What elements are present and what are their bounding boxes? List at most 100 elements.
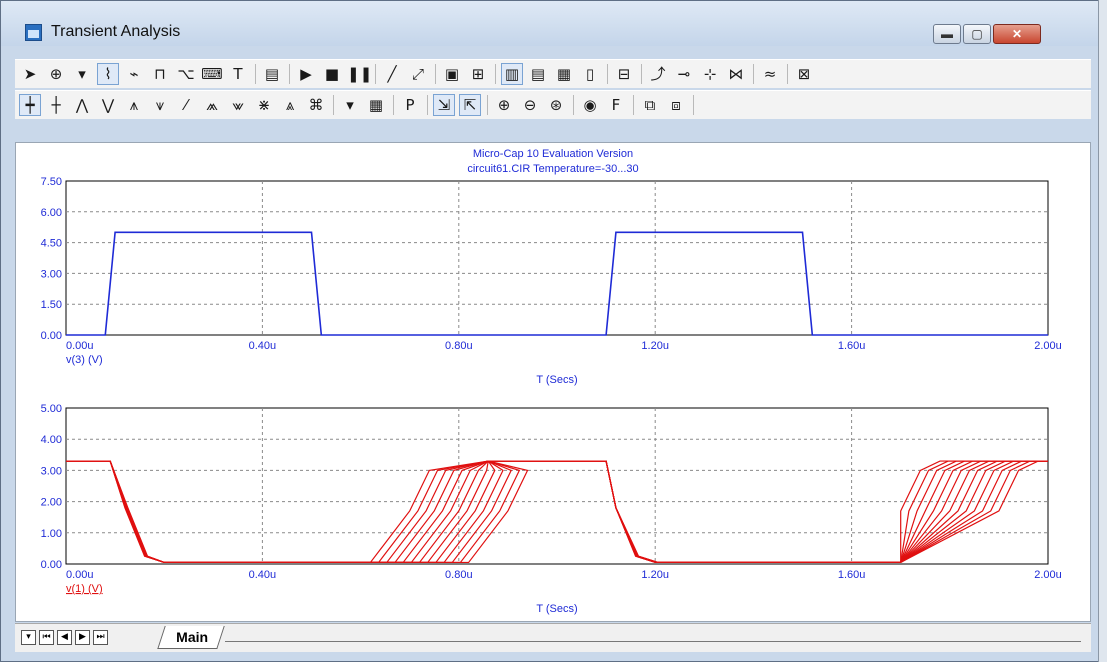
chart-title: Micro-Cap 10 Evaluation Version xyxy=(473,148,633,160)
last-page-button[interactable]: ⏭ xyxy=(93,630,108,645)
y-tick-label: 2.00 xyxy=(41,497,62,509)
select-arrow-icon[interactable]: ➤ xyxy=(19,63,41,85)
y-tick-label: 0.00 xyxy=(41,330,62,342)
chart-icon[interactable]: ⊠ xyxy=(793,63,815,85)
line-icon[interactable]: ╱ xyxy=(381,63,403,85)
text-tool-icon[interactable]: T xyxy=(227,63,249,85)
tag-dropdown-icon[interactable]: ▾ xyxy=(339,94,361,116)
zoom-in-icon[interactable]: ⊕ xyxy=(493,94,515,116)
tag-icon[interactable]: ⌘ xyxy=(305,94,327,116)
pause-icon[interactable]: ❚❚ xyxy=(347,63,372,85)
x-tick-label: 1.20u xyxy=(641,569,669,581)
cursor-both-icon[interactable]: ⋈ xyxy=(725,63,747,85)
table-icon[interactable]: ▦ xyxy=(365,94,387,116)
transient-plots[interactable]: Micro-Cap 10 Evaluation Version circuit61… xyxy=(16,143,1090,621)
global-low-icon[interactable]: ⋇ xyxy=(253,94,275,116)
low-icon[interactable]: ⩛ xyxy=(149,94,171,116)
prev-page-button[interactable]: ◀ xyxy=(57,630,72,645)
zoom-out-icon[interactable]: ⊖ xyxy=(519,94,541,116)
tab-menu-button[interactable]: ▾ xyxy=(21,630,36,645)
toolbar-separator xyxy=(427,95,428,115)
tab-main-label: Main xyxy=(176,629,209,645)
plot-frame xyxy=(65,180,1049,336)
peak-icon[interactable]: ⋀ xyxy=(71,94,93,116)
box-icon[interactable]: ▣ xyxy=(441,63,463,85)
maximize-button[interactable]: ▢ xyxy=(963,24,991,44)
grid-icon[interactable]: ⊞ xyxy=(467,63,489,85)
background-window-edge xyxy=(1098,0,1107,662)
next-page-button[interactable]: ▶ xyxy=(75,630,90,645)
toolbar-separator xyxy=(641,64,642,84)
x-tick-label: 1.60u xyxy=(838,340,866,352)
toolbar-separator xyxy=(289,64,290,84)
font-icon[interactable]: F xyxy=(605,94,627,116)
x-tick-label: 0.40u xyxy=(249,569,277,581)
toolbar-separator xyxy=(487,95,488,115)
diagonal-icon[interactable]: ⤢ xyxy=(407,63,429,85)
probe-icon[interactable]: ⌥ xyxy=(175,63,197,85)
scale-y-icon[interactable]: ⇱ xyxy=(459,94,481,116)
y-tick-label: 5.00 xyxy=(41,403,62,415)
valley-icon[interactable]: ⋁ xyxy=(97,94,119,116)
next-point-icon[interactable]: ┼ xyxy=(45,94,67,116)
split-icon[interactable]: ⊟ xyxy=(613,63,635,85)
y-tick-label: 1.50 xyxy=(41,299,62,311)
top-icon[interactable]: ⩓ xyxy=(279,94,301,116)
stop-icon[interactable]: ■ xyxy=(321,63,343,85)
wave-icon[interactable]: ≈ xyxy=(759,63,781,85)
crosshair-icon[interactable]: ┿ xyxy=(19,94,41,116)
color-icon[interactable]: ◉ xyxy=(579,94,601,116)
toolbar-separator xyxy=(573,95,574,115)
main-toolbar: ➤ ⊕ ▾ ⌇ ⌁ ⊓ ⌥ ⌨ T ▤ ▶ ■ ❚❚ ╱ ⤢ ▣ ⊞ ▥ ▤ ▦ ▯ ⊟ ⤴ ⊸ ⊹ ⋈ ≈ ⊠ xyxy=(15,59,1091,88)
x-tick-label: 1.60u xyxy=(838,569,866,581)
panel-icon[interactable]: ▦ xyxy=(553,63,575,85)
analysis-toolbar: ┿ ┼ ⋀ ⋁ ⩚ ⩛ ⁄ ⩕ ⩖ ⋇ ⩓ ⌘ ▾ ▦ P ⇲ ⇱ ⊕ ⊖ ⊛ ◉ F ⧉ ⧈ xyxy=(15,90,1091,119)
columns-icon[interactable]: ▯ xyxy=(579,63,601,85)
y-tick-label: 1.00 xyxy=(41,528,62,540)
dropdown-icon[interactable]: ▾ xyxy=(71,63,93,85)
rename-icon[interactable]: ⌨ xyxy=(201,63,223,85)
paste-icon[interactable]: ⧈ xyxy=(665,94,687,116)
x-tick-label: 0.00u xyxy=(66,340,94,352)
toolbar-separator xyxy=(633,95,634,115)
transient-analysis-window: Transient Analysis ▬ ▢ ✕ ➤ ⊕ ▾ ⌇ ⌁ ⊓ ⌥ ⌨ T ▤ ▶ ■ ❚❚ ╱… xyxy=(0,0,1104,662)
scope-icon[interactable]: ⊓ xyxy=(149,63,171,85)
x-tick-label: 0.00u xyxy=(66,569,94,581)
horizontal-bars-icon[interactable]: ▤ xyxy=(527,63,549,85)
inflection-icon[interactable]: ⩕ xyxy=(201,94,223,116)
y-tick-label: 6.00 xyxy=(41,207,62,219)
analysis-icon[interactable]: ⌇ xyxy=(97,63,119,85)
global-high-icon[interactable]: ⩖ xyxy=(227,94,249,116)
toolbar-separator xyxy=(495,64,496,84)
horizontal-scrollbar[interactable] xyxy=(225,641,1081,642)
p-icon[interactable]: P xyxy=(399,94,421,116)
toolbar-separator xyxy=(255,64,256,84)
x-tick-label: 1.20u xyxy=(641,340,669,352)
high-icon[interactable]: ⩚ xyxy=(123,94,145,116)
tab-main[interactable]: Main xyxy=(157,626,225,649)
close-button[interactable]: ✕ xyxy=(993,24,1041,44)
first-page-button[interactable]: ⏮ xyxy=(39,630,54,645)
cursor-left-icon[interactable]: ⊸ xyxy=(673,63,695,85)
cursor-right-icon[interactable]: ⊹ xyxy=(699,63,721,85)
copy-icon[interactable]: ⧉ xyxy=(639,94,661,116)
chart-subtitle: circuit61.CIR Temperature=-30...30 xyxy=(467,163,638,175)
window-title: Transient Analysis xyxy=(51,23,181,40)
y-tick-label: 0.00 xyxy=(41,559,62,571)
run-icon[interactable]: ▶ xyxy=(295,63,317,85)
properties-icon[interactable]: ▤ xyxy=(261,63,283,85)
component-icon[interactable]: ⊕ xyxy=(45,63,67,85)
wire-icon[interactable]: ⌁ xyxy=(123,63,145,85)
curve-icon[interactable]: ⤴ xyxy=(647,63,669,85)
title-bar[interactable]: Transient Analysis ▬ ▢ ✕ xyxy=(1,1,1103,46)
y-axis-label: v(1) (V) xyxy=(66,583,103,595)
toolbar-separator xyxy=(375,64,376,84)
vertical-bars-icon[interactable]: ▥ xyxy=(501,63,523,85)
x-axis-label: T (Secs) xyxy=(536,603,577,615)
minimize-button[interactable]: ▬ xyxy=(933,24,961,44)
slope-icon[interactable]: ⁄ xyxy=(175,94,197,116)
zoom-fit-icon[interactable]: ⊛ xyxy=(545,94,567,116)
plot-area[interactable]: Micro-Cap 10 Evaluation Version circuit61… xyxy=(15,142,1091,622)
scale-x-icon[interactable]: ⇲ xyxy=(433,94,455,116)
x-axis-label: T (Secs) xyxy=(536,374,577,386)
